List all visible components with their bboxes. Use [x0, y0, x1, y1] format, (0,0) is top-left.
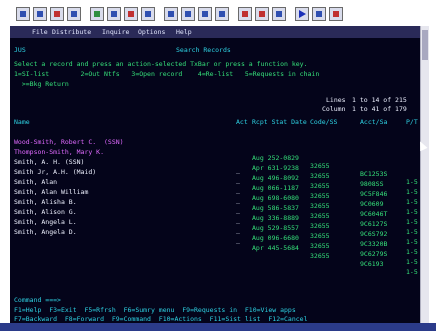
toolbar — [16, 4, 424, 24]
header-code: Code/SS — [310, 118, 338, 126]
menu-inquire[interactable]: Inquire — [102, 28, 129, 36]
screen-title: Search Records — [176, 46, 231, 54]
row-code: 32655 — [310, 232, 330, 240]
instruction-line-3: >=Bkg Return — [14, 80, 69, 88]
header-act: Act — [236, 118, 248, 126]
menu-distribute[interactable]: Distribute — [52, 28, 91, 36]
open-icon[interactable] — [33, 7, 47, 21]
send-icon[interactable] — [312, 7, 326, 21]
table-row[interactable]: Wood-Smith, Robert C. (SSN) Aug 252-0829… — [10, 130, 420, 186]
row-date: Aug 096-6680 — [252, 234, 299, 242]
function-keys-line-2: F7=Backward F8=Forward F9=Command F10=Ac… — [14, 315, 308, 323]
print-icon[interactable] — [67, 7, 81, 21]
terminal-screen[interactable]: File Distribute Inquire Options Help JUS… — [10, 26, 420, 323]
row-name: Smith, Angela D. — [14, 228, 77, 236]
help-icon[interactable] — [198, 7, 212, 21]
header-acct: Acct/Sa — [360, 118, 388, 126]
table-row[interactable]: Smith, Alison G. _ Aug 529-8557 32655 9C… — [10, 200, 420, 256]
vertical-scrollbar[interactable] — [420, 26, 429, 323]
stop-icon[interactable] — [255, 7, 269, 21]
table-row[interactable]: Smith, Angela L. _ Aug 096-6680 32655 9C… — [10, 210, 420, 266]
pause-icon[interactable] — [272, 7, 286, 21]
row-action-field[interactable]: _ — [236, 236, 240, 244]
table-row[interactable]: Smith, Alan William _ Aug 586-5837 32655… — [10, 180, 420, 236]
column-value: 1 to 41 of 179 — [352, 105, 407, 113]
table-row[interactable]: Smith, Alan _ Aug 698-6080 32655 9C6046T… — [10, 170, 420, 226]
row-acct: 9C6279S — [360, 250, 388, 258]
scrollbar-thumb[interactable] — [422, 30, 428, 60]
instruction-line-2: 1=SI-list 2=Out Ntfs 3=Open record 4=Re-… — [14, 70, 320, 78]
row-pt: 1-5 — [406, 258, 418, 266]
row-code: 32655 — [310, 252, 330, 260]
instruction-line-1: Select a record and press an action-sele… — [14, 60, 308, 68]
lines-value: 1 to 14 of 215 — [352, 96, 407, 104]
terminal-window: File Distribute Inquire Options Help JUS… — [0, 0, 436, 331]
table-row[interactable]: Thompson-Smith, Mary K. Apr 631-9238 326… — [10, 140, 420, 196]
header-name: Name — [14, 118, 30, 126]
row-pt: 1-5 — [406, 238, 418, 246]
row-date: Apr 445-5684 — [252, 244, 299, 252]
screen-code: JUS — [14, 46, 26, 54]
macro-icon[interactable] — [215, 7, 229, 21]
save-icon[interactable] — [50, 7, 64, 21]
command-input[interactable] — [70, 296, 410, 304]
play-icon[interactable] — [295, 7, 309, 21]
row-acct: 9C6S792 — [360, 230, 388, 238]
new-icon[interactable] — [16, 7, 30, 21]
cut-icon[interactable] — [90, 7, 104, 21]
command-label: Command ===> — [14, 296, 61, 304]
table-row[interactable]: Smith, Angela D. _ Apr 445-5684 32655 9C… — [10, 220, 420, 276]
menu-bar: File Distribute Inquire Options Help — [10, 26, 420, 38]
row-pt: 1-5 — [406, 248, 418, 256]
find-icon[interactable] — [141, 7, 155, 21]
record-icon[interactable] — [238, 7, 252, 21]
table-row[interactable]: Smith, Alisha B. _ Aug 336-8889 32655 9C… — [10, 190, 420, 246]
find-next-icon[interactable] — [164, 7, 178, 21]
row-code: 32655 — [310, 242, 330, 250]
function-keys-line-1: F1=Help F3=Exit F5=Rfrsh F6=Sumry menu F… — [14, 306, 296, 314]
copy-icon[interactable] — [107, 7, 121, 21]
lines-label: Lines — [326, 96, 346, 104]
status-bar — [0, 323, 436, 331]
header-date: Rcpt Stat Date — [252, 118, 307, 126]
menu-help[interactable]: Help — [176, 28, 192, 36]
row-acct: 9C6193 — [360, 260, 384, 268]
refresh-icon[interactable] — [329, 7, 343, 21]
column-label: Column — [322, 105, 346, 113]
select-icon[interactable] — [181, 7, 195, 21]
row-pt: 1-5 — [406, 268, 418, 276]
table-row[interactable]: Smith, A. H. (SSN) _ Aug 496-8092 32655 … — [10, 150, 420, 206]
row-acct: 9C3320B — [360, 240, 388, 248]
paste-icon[interactable] — [124, 7, 138, 21]
table-row[interactable]: Smith Jr, A.H. (Maid) _ Aug 066-1187 326… — [10, 160, 420, 216]
header-pt: P/T — [406, 118, 418, 126]
menu-file[interactable]: File — [32, 28, 48, 36]
menu-options[interactable]: Options — [138, 28, 165, 36]
